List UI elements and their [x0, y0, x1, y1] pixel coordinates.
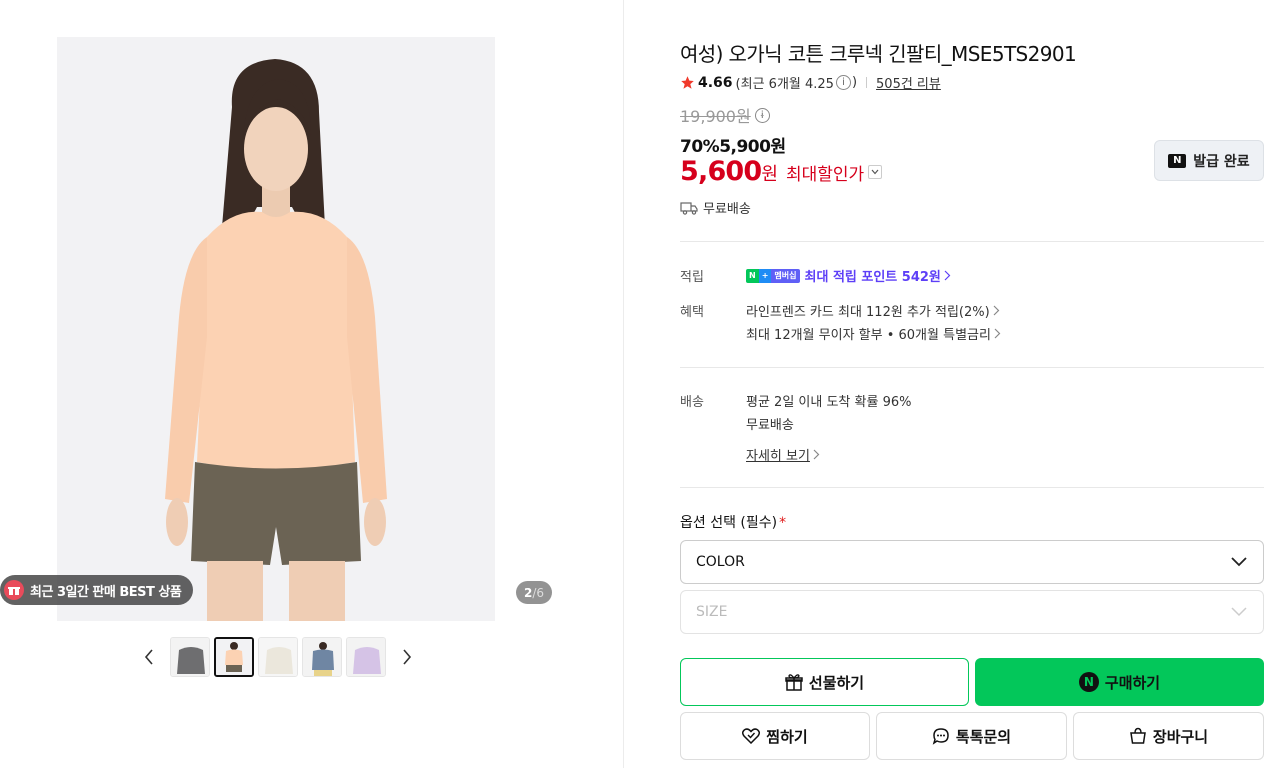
- info-icon[interactable]: i: [835, 75, 851, 90]
- required-mark: *: [779, 515, 787, 531]
- size-select[interactable]: SIZE: [680, 590, 1264, 634]
- option-title: 옵션 선택 (필수) *: [680, 512, 786, 532]
- product-main-image[interactable]: [57, 37, 495, 621]
- points-row[interactable]: N + 멤버십 최대 적립 포인트 542원: [746, 266, 951, 285]
- talk-inquiry-label: 톡톡문의: [955, 727, 1012, 746]
- model-illustration: [57, 37, 495, 621]
- free-shipping: 무료배송: [680, 198, 751, 217]
- gift-icon: [4, 580, 24, 600]
- max-price-value: 5,600: [680, 156, 762, 187]
- buy-button-label: 구매하기: [1104, 673, 1161, 692]
- color-select-value: COLOR: [696, 554, 745, 570]
- rating-row: 4.66 (최근 6개월 4.25 i ) 505건 리뷰: [680, 73, 941, 92]
- heart-icon: [742, 728, 761, 744]
- image-counter: 2/6: [516, 581, 552, 604]
- cart-button-label: 장바구니: [1152, 727, 1209, 746]
- chevron-right-icon: [944, 270, 951, 281]
- best-seller-badge: 최근 3일간 판매 BEST 상품: [0, 575, 194, 605]
- gift-button-label: 선물하기: [808, 673, 865, 692]
- points-label: 적립: [680, 270, 704, 285]
- talk-inquiry-button[interactable]: 톡톡문의: [876, 712, 1067, 760]
- gift-box-icon: [785, 674, 803, 691]
- star-icon: [681, 76, 694, 89]
- original-price: 19,900원 i: [680, 103, 770, 127]
- chevron-right-icon: [813, 449, 820, 460]
- benefit-installment[interactable]: 최대 12개월 무이자 할부 • 60개월 특별금리: [746, 324, 1001, 343]
- rating-score: 4.66: [698, 74, 733, 91]
- section-divider: [680, 487, 1264, 488]
- chevron-right-icon: [403, 649, 412, 665]
- coupon-issued-button[interactable]: N 발급 완료: [1154, 140, 1264, 181]
- delivery-details-text: 자세히 보기: [746, 449, 810, 464]
- naver-pay-icon: N: [1168, 153, 1187, 168]
- gift-button[interactable]: 선물하기: [680, 658, 969, 706]
- delivery-eta: 평균 2일 이내 도착 확률 96%: [746, 395, 912, 410]
- chevron-down-icon: [1231, 557, 1247, 567]
- price-info-icon[interactable]: i: [754, 107, 770, 123]
- review-count-link[interactable]: 505건 리뷰: [876, 73, 941, 92]
- badge-n: N: [746, 268, 759, 283]
- thumbnail-ivory[interactable]: [258, 637, 298, 677]
- chevron-down-icon: [1231, 607, 1247, 617]
- max-price-label: 최대할인가: [785, 165, 865, 185]
- naver-pay-icon: N: [1078, 672, 1099, 692]
- free-shipping-text: 무료배송: [703, 202, 751, 217]
- chat-bubble-icon: [932, 728, 949, 745]
- points-text: 최대 적립 포인트 542원: [804, 270, 941, 285]
- delivery-label: 배송: [680, 395, 704, 410]
- badge-plus: +: [758, 268, 772, 283]
- option-title-text: 옵션 선택 (필수): [680, 515, 778, 531]
- image-counter-current: 2: [523, 585, 533, 600]
- best-seller-text: 최근 3일간 판매 BEST 상품: [30, 584, 182, 600]
- chevron-left-icon: [144, 649, 153, 665]
- section-divider: [680, 241, 1264, 242]
- thumbnail-lavender[interactable]: [346, 637, 386, 677]
- rating-recent: (최근 6개월 4.25: [735, 77, 834, 92]
- shopping-bag-icon: [1130, 727, 1146, 744]
- wishlist-button[interactable]: 찜하기: [680, 712, 870, 760]
- chevron-right-icon: [994, 328, 1001, 339]
- product-title: 여성) 오가닉 코튼 크루넥 긴팔티_MSE5TS2901: [680, 42, 1077, 66]
- cart-button[interactable]: 장바구니: [1073, 712, 1264, 760]
- delivery-details-link[interactable]: 자세히 보기: [746, 445, 820, 464]
- benefit-card-text: 라인프렌즈 카드 최대 112원 추가 적립(2%): [746, 305, 990, 320]
- naver-plus-membership-icon: N + 멤버십: [746, 268, 800, 283]
- chevron-right-icon: [993, 305, 1000, 316]
- truck-icon: [680, 201, 698, 215]
- delivery-fee: 무료배송: [746, 418, 794, 433]
- max-discount-price[interactable]: 5,600 원 최대할인가: [680, 156, 883, 187]
- badge-member: 멤버십: [771, 268, 800, 283]
- thumbnail-gray[interactable]: [170, 637, 210, 677]
- max-price-unit: 원: [761, 164, 778, 185]
- thumbnail-denim[interactable]: [302, 637, 342, 677]
- coupon-button-label: 발급 완료: [1193, 153, 1250, 170]
- thumbnail-peach[interactable]: [214, 637, 254, 677]
- section-divider: [680, 367, 1264, 368]
- size-select-value: SIZE: [696, 604, 728, 620]
- benefit-installment-text: 최대 12개월 무이자 할부 • 60개월 특별금리: [746, 328, 991, 343]
- original-price-text: 19,900원: [680, 107, 751, 126]
- product-gallery: 최근 3일간 판매 BEST 상품 2/6: [0, 0, 624, 768]
- thumbnail-next-button[interactable]: [396, 637, 418, 677]
- divider: [866, 77, 868, 88]
- thumbnail-prev-button[interactable]: [138, 637, 160, 677]
- benefit-card[interactable]: 라인프렌즈 카드 최대 112원 추가 적립(2%): [746, 301, 1000, 320]
- thumbnail-strip: [138, 637, 418, 677]
- image-counter-total: /6: [532, 585, 545, 600]
- buy-button[interactable]: N 구매하기: [975, 658, 1264, 706]
- rating-recent-close: ): [851, 75, 858, 90]
- wishlist-button-label: 찜하기: [766, 727, 808, 746]
- benefit-label: 혜택: [680, 305, 704, 320]
- color-select[interactable]: COLOR: [680, 540, 1264, 584]
- chevron-down-icon[interactable]: [868, 164, 883, 179]
- discount-price: 70%5,900원: [680, 137, 786, 157]
